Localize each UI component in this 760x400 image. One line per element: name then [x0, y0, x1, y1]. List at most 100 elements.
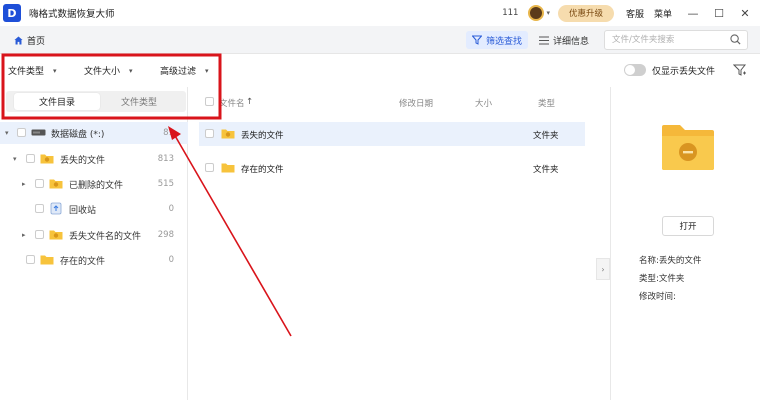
tree-checkbox[interactable]: [17, 128, 26, 137]
advanced-filter-dropdown-label: 高级过滤: [160, 67, 197, 77]
detail-info-label: 详细信息: [553, 36, 590, 47]
tree-item-label: 丢失的文件: [60, 155, 106, 166]
advanced-filter-dropdown[interactable]: 高级过滤 ▾: [160, 64, 209, 78]
detail-panel: 打开 名称:丢失的文件 类型:文件夹 修改时间:: [610, 87, 760, 400]
lost-folder-icon: [221, 129, 235, 139]
caret-down-icon[interactable]: ▾: [13, 155, 17, 163]
caret-right-icon[interactable]: ▸: [22, 180, 26, 188]
tree-checkbox[interactable]: [35, 179, 44, 188]
caret-down-icon[interactable]: ▾: [5, 129, 9, 137]
lost-folder-icon: [40, 154, 54, 164]
lost-name-folder-icon: [49, 230, 63, 240]
tree-checkbox[interactable]: [35, 204, 44, 213]
row-file-name: 丢失的文件: [241, 131, 284, 141]
large-folder-icon: [662, 125, 714, 170]
tree-checkbox[interactable]: [35, 230, 44, 239]
tree-item-disk[interactable]: ▾ 数据磁盘 (*:) 81: [0, 122, 188, 144]
home-icon: [14, 35, 23, 45]
detail-info-button[interactable]: 详细信息: [535, 31, 593, 49]
chevron-down-icon: ▾: [205, 66, 209, 75]
app-logo-icon: D: [3, 4, 21, 22]
file-size-dropdown[interactable]: 文件大小 ▾: [84, 64, 133, 78]
vip-badge-icon[interactable]: [528, 5, 545, 21]
only-lost-label: 仅显示丢失文件: [652, 67, 716, 77]
tree-item-label: 存在的文件: [60, 256, 106, 267]
filter-search-button[interactable]: 筛选查找: [466, 31, 529, 49]
close-button[interactable]: ✕: [734, 7, 756, 20]
tree-item-lost-files[interactable]: ▾ 丢失的文件 813: [0, 148, 188, 170]
tree-item-count: 0: [168, 255, 174, 265]
title-bar: D 嗨格式数据恢复大师 111 ▾ 优惠升级 客服 菜单 — ☐ ✕: [0, 0, 760, 26]
tree-item-count: 0: [168, 204, 174, 214]
tree-item-label: 已删除的文件: [69, 180, 124, 191]
detail-modified: 修改时间:: [639, 292, 676, 302]
tree-item-count: 298: [157, 230, 174, 240]
folder-icon: [40, 255, 54, 265]
column-type[interactable]: 类型: [538, 97, 555, 109]
tree-item-count: 813: [157, 154, 174, 164]
caret-right-icon[interactable]: ▸: [22, 231, 26, 239]
open-button[interactable]: 打开: [662, 216, 714, 236]
list-icon: [539, 36, 549, 44]
file-type-dropdown[interactable]: 文件类型 ▾: [8, 64, 57, 78]
tree-item-existing-files[interactable]: 存在的文件 0: [0, 249, 188, 271]
table-row[interactable]: 存在的文件 文件夹: [199, 156, 585, 180]
toolbar: 首页 筛选查找 详细信息: [0, 26, 760, 54]
row-file-type: 文件夹: [533, 131, 559, 141]
search-input[interactable]: [604, 30, 748, 50]
column-date[interactable]: 修改日期: [399, 97, 433, 109]
select-all-checkbox[interactable]: [205, 97, 214, 106]
detail-type: 类型:文件夹: [639, 274, 685, 284]
tree-item-label: 丢失文件名的文件: [69, 231, 142, 242]
tree-item-count: 515: [157, 179, 174, 189]
filter-icon: [472, 35, 482, 45]
funnel-settings-icon[interactable]: [733, 63, 747, 77]
tab-file-type[interactable]: 文件类型: [96, 93, 182, 110]
chevron-down-icon: ▾: [53, 66, 57, 75]
caret-down-icon[interactable]: ▾: [546, 9, 550, 17]
recycle-bin-icon: [50, 202, 62, 215]
file-size-dropdown-label: 文件大小: [84, 67, 121, 77]
home-tab[interactable]: 首页: [8, 30, 51, 50]
row-file-type: 文件夹: [533, 165, 559, 175]
tree-item-deleted-files[interactable]: ▸ 已删除的文件 515: [0, 173, 188, 195]
left-panel: 文件目录 文件类型 ▾ 数据磁盘 (*:) 81 ▾ 丢失的文件 813 ▸ 已…: [0, 87, 188, 400]
tree-checkbox[interactable]: [26, 255, 35, 264]
tab-file-directory[interactable]: 文件目录: [14, 93, 100, 110]
folder-icon: [221, 163, 235, 173]
view-switch: 文件目录 文件类型: [6, 91, 186, 112]
deleted-folder-icon: [49, 179, 63, 189]
home-tab-label: 首页: [27, 36, 46, 47]
tree-item-recycle-bin[interactable]: 回收站 0: [0, 198, 188, 220]
menu-link[interactable]: 菜单: [654, 7, 672, 20]
column-name[interactable]: 文件名: [219, 97, 245, 109]
table-row[interactable]: 丢失的文件 文件夹: [199, 122, 585, 146]
search-icon[interactable]: [730, 34, 741, 45]
chevron-down-icon: ▾: [129, 66, 133, 75]
row-checkbox[interactable]: [205, 163, 214, 172]
tree-checkbox[interactable]: [26, 154, 35, 163]
filter-search-label: 筛选查找: [486, 36, 523, 47]
maximize-button[interactable]: ☐: [708, 7, 730, 20]
only-lost-toggle[interactable]: [624, 64, 646, 76]
tree-item-label: 数据磁盘 (*:): [51, 129, 105, 140]
tree-item-label: 回收站: [69, 205, 97, 216]
list-header: 文件名 ↑ 修改日期 大小 类型: [189, 87, 597, 117]
row-checkbox[interactable]: [205, 129, 214, 138]
file-type-dropdown-label: 文件类型: [8, 67, 45, 77]
points-count: 111: [502, 8, 519, 18]
column-size[interactable]: 大小: [475, 97, 492, 109]
collapse-panel-button[interactable]: ›: [596, 258, 610, 280]
customer-service-link[interactable]: 客服: [626, 7, 644, 20]
row-file-name: 存在的文件: [241, 165, 284, 175]
file-list: 文件名 ↑ 修改日期 大小 类型 丢失的文件 文件夹 存在的文件 文件夹: [189, 87, 597, 400]
tree-item-lost-filename[interactable]: ▸ 丢失文件名的文件 298: [0, 224, 188, 246]
tree-item-count: 81: [163, 128, 174, 138]
upgrade-button[interactable]: 优惠升级: [557, 4, 614, 22]
chevron-right-icon: ›: [601, 264, 605, 274]
app-title: 嗨格式数据恢复大师: [29, 9, 115, 20]
detail-name: 名称:丢失的文件: [639, 256, 702, 266]
minimize-button[interactable]: —: [682, 7, 704, 20]
disk-icon: [31, 129, 46, 136]
sort-arrow-icon[interactable]: ↑: [246, 97, 253, 107]
